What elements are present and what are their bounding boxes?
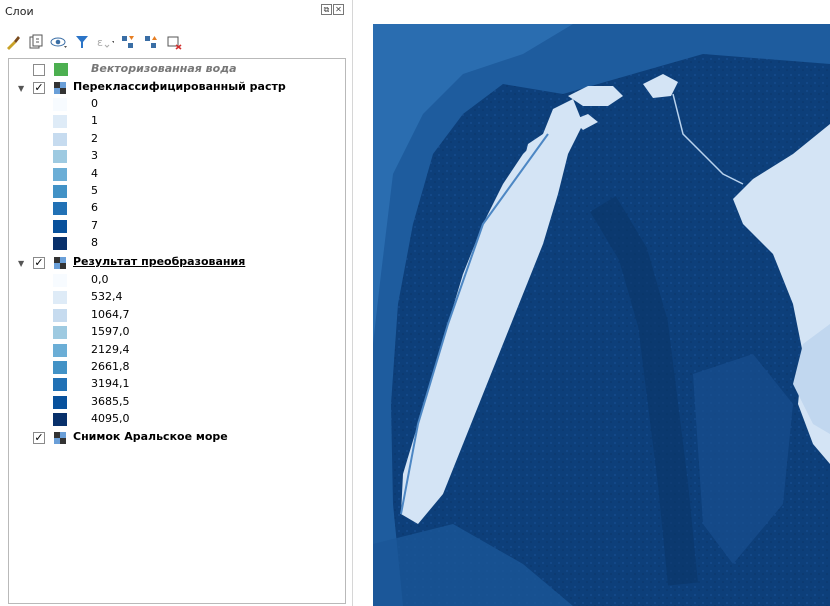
legend-label: 3 [91,149,98,163]
legend-swatch [53,395,67,409]
legend-label: 2661,8 [91,360,130,373]
layer-checkbox-vector-water[interactable] [33,64,45,76]
legend-swatch [53,185,67,198]
legend-label: 1064,7 [91,307,130,321]
layer-name-aral-image[interactable]: Снимок Аральское море [73,430,228,443]
legend-swatch [53,115,67,129]
layer-name-vector-water[interactable]: Векторизованная вода [91,62,237,75]
layer-name-transform-result[interactable]: Результат преобразования [73,255,245,268]
legend-swatch [53,202,67,216]
layer-tree: Векторизованная вода ▼ ✓ Переклассифицир… [8,58,346,604]
legend-label: 4 [91,166,98,180]
layers-toolbar: ε [4,30,183,54]
legend-swatch [53,167,67,181]
expand-arrow-icon[interactable]: ▼ [18,84,24,93]
aral-sea-raster [373,24,830,606]
expand-arrow-icon[interactable]: ▼ [18,259,24,268]
layers-panel: Слои ⧉ ✕ ε Векторизованная вода ▼ ✓ Пере… [0,0,346,606]
legend-label: 1597,0 [91,325,130,339]
legend-label: 5 [91,184,98,197]
legend-label: 532,4 [91,290,123,304]
legend-label: 1 [91,114,98,128]
svg-text:ε: ε [97,36,103,49]
legend-swatch [53,98,67,111]
legend-label: 3685,5 [91,394,130,408]
legend-label: 7 [91,218,98,232]
raster-layer-icon [54,82,66,94]
eye-icon[interactable] [50,33,68,51]
legend-label: 3194,1 [91,377,130,391]
legend-swatch [53,361,67,374]
legend-swatch [53,343,67,357]
legend-label: 2129,4 [91,342,130,356]
add-group-icon[interactable] [27,33,45,51]
legend-swatch [53,291,67,305]
layer-checkbox-aral-image[interactable]: ✓ [33,432,45,444]
legend-label: 6 [91,201,98,215]
legend-label: 8 [91,236,98,250]
legend-label: 2 [91,131,98,145]
layer-name-reclassified[interactable]: Переклассифицированный растр [73,80,286,93]
legend-label: 0 [91,97,98,110]
expand-all-icon[interactable] [119,33,137,51]
raster-layer-icon [54,257,66,269]
layer-checkbox-transform-result[interactable]: ✓ [33,257,45,269]
legend-swatch [53,378,67,392]
panel-title-bar: Слои ⧉ ✕ [0,0,346,22]
legend-swatch [53,308,67,322]
remove-layer-icon[interactable] [165,33,183,51]
filter-icon[interactable] [73,33,91,51]
legend-swatch [53,150,67,164]
legend-label: 4095,0 [91,412,130,426]
legend-label: 0,0 [91,273,109,286]
map-canvas[interactable] [373,24,830,606]
panel-title: Слои [5,5,34,18]
legend-swatch [53,132,67,146]
legend-swatch [53,413,67,427]
vector-layer-swatch [54,63,68,76]
panel-splitter[interactable] [352,0,353,606]
legend-swatch [53,237,67,251]
legend-swatch [53,326,67,340]
legend-swatch [53,274,67,287]
layer-checkbox-reclassified[interactable]: ✓ [33,82,45,94]
expression-filter-icon[interactable]: ε [96,33,114,51]
float-panel-button[interactable]: ⧉ [321,4,332,15]
close-panel-button[interactable]: ✕ [333,4,344,15]
legend-swatch [53,219,67,233]
collapse-all-icon[interactable] [142,33,160,51]
raster-layer-icon [54,432,66,444]
paintbrush-icon[interactable] [4,33,22,51]
